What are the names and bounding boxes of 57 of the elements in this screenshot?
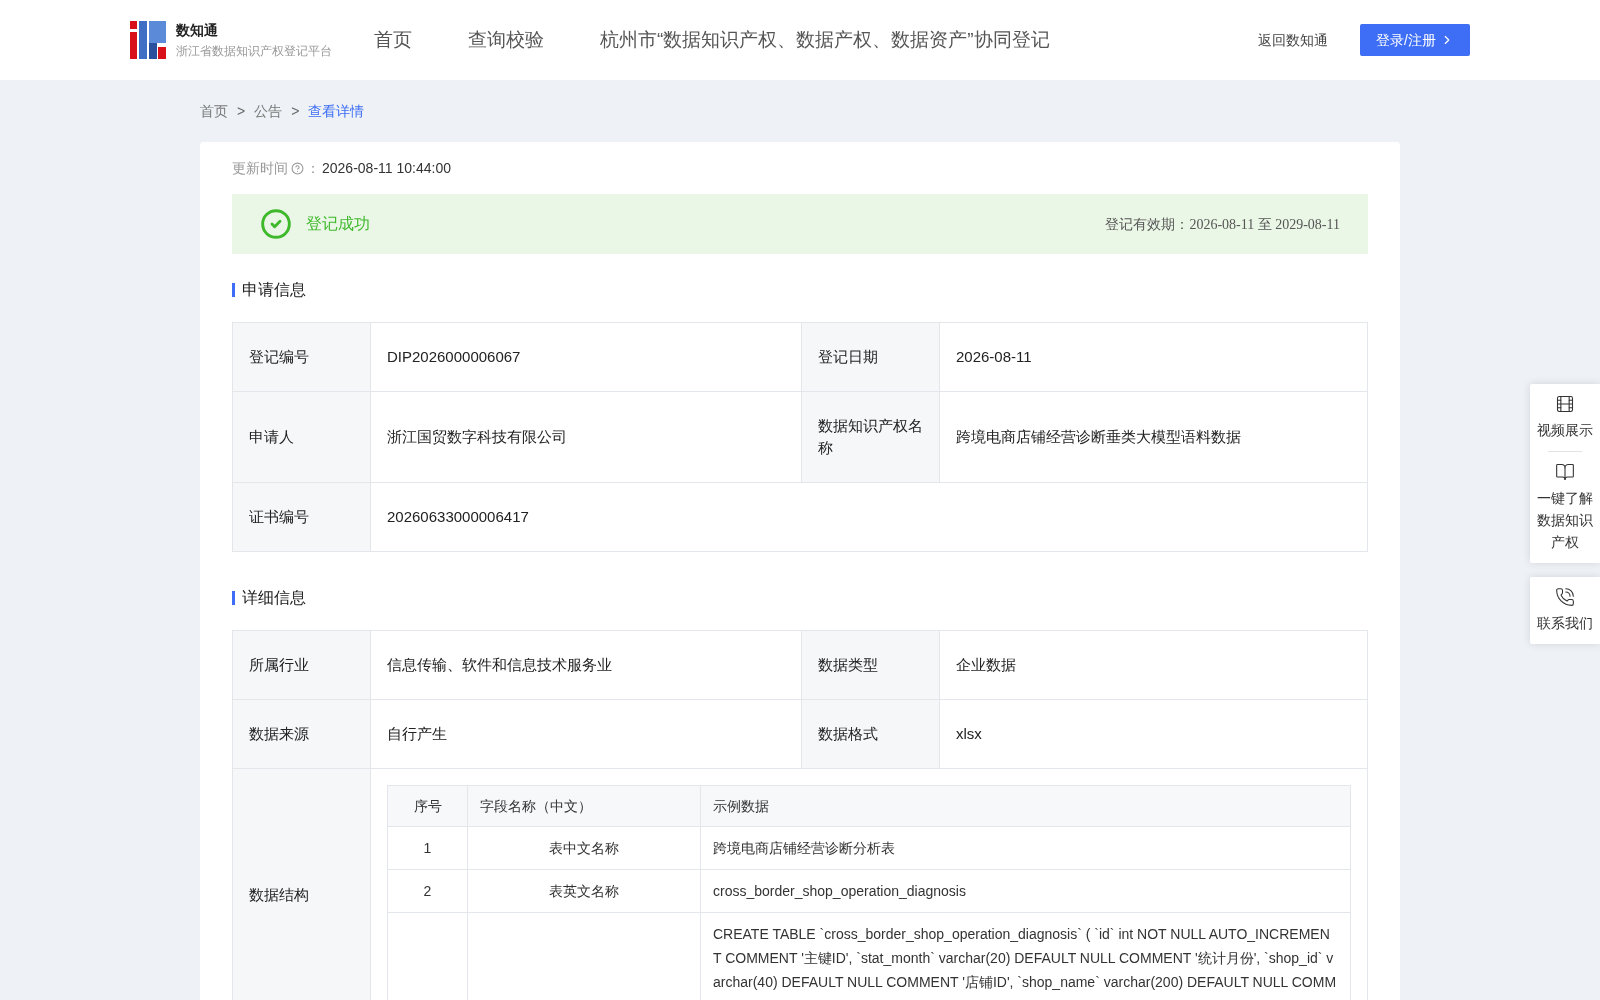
float-button[interactable]: 一键了解数据知识产权 bbox=[1530, 462, 1600, 553]
field-label: 登记日期 bbox=[802, 323, 940, 392]
nav-link[interactable]: 杭州市“数据知识产权、数据产权、数据资产”协同登记 bbox=[600, 25, 1050, 55]
field-value: 跨境电商店铺经营诊断垂类大模型语料数据 bbox=[940, 392, 1368, 483]
section-title: 详细信息 bbox=[242, 588, 306, 608]
field-label: 所属行业 bbox=[233, 631, 371, 700]
section-title: 申请信息 bbox=[242, 280, 306, 300]
field-value: 2026-08-11 bbox=[940, 323, 1368, 392]
table-cell: 1 bbox=[388, 827, 468, 870]
logo-title: 数知通 bbox=[176, 20, 219, 39]
field-value: 自行产生 bbox=[371, 700, 802, 769]
nav-link[interactable]: 首页 bbox=[374, 25, 412, 55]
nav-link[interactable]: 查询校验 bbox=[468, 25, 544, 55]
table-cell: cross_border_shop_operation_diagnosis bbox=[701, 870, 1351, 913]
login-button[interactable]: 登录/注册 bbox=[1360, 24, 1470, 56]
float-button[interactable]: 联系我们 bbox=[1530, 587, 1600, 634]
table-cell: CREATE TABLE `cross_border_shop_operation_diagnosis` ( `id` int NOT NULL AUTO_INCREMENT COMMENT '主键ID', `stat_month` varchar(20) DEFAULT NULL COMMENT '统计月份', `shop_id` varchar(40) DEFAULT NULL COMMENT '店铺ID', `shop_name` varchar(200) DEFAULT NULL COMM bbox=[701, 913, 1351, 1000]
field-value: 浙江国贸数字科技有限公司 bbox=[371, 392, 802, 483]
back-link[interactable]: 返回数知通 bbox=[1258, 29, 1329, 51]
update-time-value: 2026-08-11 10:44:00 bbox=[322, 158, 451, 178]
phone-icon bbox=[1555, 587, 1575, 607]
field-value: 企业数据 bbox=[940, 631, 1368, 700]
field-label: 数据类型 bbox=[802, 631, 940, 700]
column-header: 示例数据 bbox=[701, 786, 1351, 827]
field-label: 数据知识产权名称 bbox=[802, 392, 940, 483]
breadcrumb-link[interactable]: 首页 bbox=[200, 100, 228, 122]
help-icon bbox=[291, 161, 304, 175]
table-cell: 跨境电商店铺经营诊断分析表 bbox=[701, 827, 1351, 870]
field-value: DIP2026000006067 bbox=[371, 323, 802, 392]
breadcrumb-separator: > bbox=[237, 101, 246, 121]
field-label: 数据结构 bbox=[233, 769, 371, 1000]
colon: ： bbox=[306, 158, 320, 178]
breadcrumb-separator: > bbox=[291, 101, 300, 121]
table-cell: 表中文名称 bbox=[468, 827, 701, 870]
film-icon bbox=[1555, 394, 1575, 414]
breadcrumb-link[interactable]: 公告 bbox=[254, 100, 283, 122]
table-cell: 表英文名称 bbox=[468, 870, 701, 913]
field-label: 数据格式 bbox=[802, 700, 940, 769]
float-button[interactable]: 视频展示 bbox=[1530, 394, 1600, 441]
book-icon bbox=[1555, 462, 1575, 482]
update-time-label: 更新时间 bbox=[232, 158, 288, 178]
field-label: 登记编号 bbox=[233, 323, 371, 392]
field-value: 20260633000006417 bbox=[371, 483, 1368, 552]
validity-period: 登记有效期：2026-08-11 至 2029-08-11 bbox=[1105, 215, 1340, 234]
table-cell: 2 bbox=[388, 870, 468, 913]
field-label: 证书编号 bbox=[233, 483, 371, 552]
field-value: 信息传输、软件和信息技术服务业 bbox=[371, 631, 802, 700]
field-value: xlsx bbox=[940, 700, 1368, 769]
column-header: 字段名称（中文） bbox=[468, 786, 701, 827]
status-text: 登记成功 bbox=[306, 214, 370, 234]
check-circle-icon bbox=[260, 208, 292, 240]
field-label: 申请人 bbox=[233, 392, 371, 483]
column-header: 序号 bbox=[388, 786, 468, 827]
field-label: 数据来源 bbox=[233, 700, 371, 769]
logo-icon bbox=[130, 21, 166, 59]
logo-subtitle: 浙江省数据知识产权登记平台 bbox=[176, 42, 332, 60]
breadcrumb-link[interactable]: 查看详情 bbox=[308, 100, 365, 122]
